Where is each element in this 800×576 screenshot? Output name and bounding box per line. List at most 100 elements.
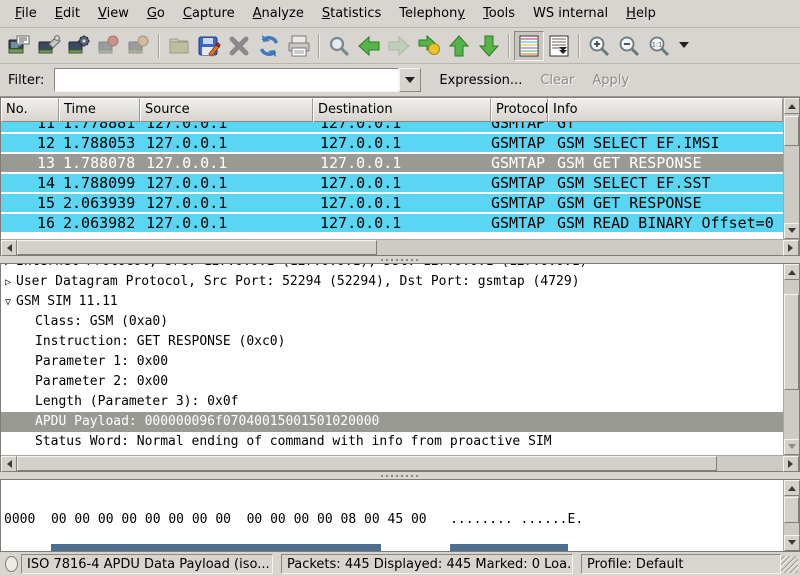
packet-source: 127.0.0.1 xyxy=(140,122,313,132)
column-header-info[interactable]: Info xyxy=(548,98,783,122)
filter-dropdown-button[interactable] xyxy=(399,68,421,92)
column-header-time[interactable]: Time xyxy=(59,98,140,122)
packet-row-clipped[interactable]: 111.778881127.0.0.1127.0.0.1GSMTAPGT xyxy=(1,122,783,133)
capture-restart-button[interactable] xyxy=(124,31,154,61)
scroll-thumb[interactable] xyxy=(784,497,799,523)
menu-statistics[interactable]: Statistics xyxy=(313,2,390,25)
capture-start-button[interactable] xyxy=(64,31,94,61)
open-file-button[interactable] xyxy=(164,31,194,61)
column-header-protocol[interactable]: Protocol xyxy=(491,98,548,122)
scroll-right-button[interactable] xyxy=(783,456,799,472)
capture-options-button[interactable] xyxy=(34,31,64,61)
menu-analyze[interactable]: Analyze xyxy=(244,2,313,25)
scroll-thumb[interactable] xyxy=(17,240,377,255)
scroll-thumb[interactable] xyxy=(784,116,799,146)
packet-row[interactable]: 162.063982127.0.0.1127.0.0.1GSMTAPGSM RE… xyxy=(1,213,783,233)
scroll-down-button[interactable] xyxy=(784,223,799,239)
menu-ws-internal[interactable]: WS internal xyxy=(524,2,617,25)
scroll-down-button[interactable] xyxy=(784,439,799,455)
filter-combo xyxy=(54,68,421,92)
go-back-button[interactable] xyxy=(354,31,384,61)
clear-button[interactable]: Clear xyxy=(540,73,574,88)
column-header-no[interactable]: No. xyxy=(1,98,59,122)
detail-row[interactable]: ▷User Datagram Protocol, Src Port: 52294… xyxy=(1,272,783,292)
filter-label[interactable]: Filter: xyxy=(8,73,44,88)
zoom-out-button[interactable] xyxy=(614,31,644,61)
detail-row[interactable]: Status Word: Normal ending of command wi… xyxy=(1,432,783,452)
reload-button[interactable] xyxy=(254,31,284,61)
zoom-in-button[interactable] xyxy=(584,31,614,61)
expression-button[interactable]: Expression... xyxy=(439,73,522,88)
packet-protocol: GSMTAP xyxy=(491,134,548,152)
detail-row[interactable]: Instruction: GET RESPONSE (0xc0) xyxy=(1,332,783,352)
scroll-left-button[interactable] xyxy=(1,456,17,472)
menu-telephony[interactable]: Telephony xyxy=(390,2,474,25)
column-header-source[interactable]: Source xyxy=(140,98,313,122)
scroll-down-button[interactable] xyxy=(784,535,800,551)
menu-help[interactable]: Help xyxy=(617,2,665,25)
packet-row[interactable]: 141.788099127.0.0.1127.0.0.1GSMTAPGSM SE… xyxy=(1,173,783,193)
scroll-left-button[interactable] xyxy=(1,240,17,256)
pane-splitter[interactable] xyxy=(0,472,800,479)
pane-splitter[interactable] xyxy=(0,256,800,263)
hex-line[interactable]: 000000 00 00 00 00 00 00 0000 00 00 00 0… xyxy=(4,512,783,528)
menu-file[interactable]: File xyxy=(6,2,46,25)
expert-info-icon[interactable] xyxy=(5,556,18,572)
menu-capture[interactable]: Capture xyxy=(174,2,244,25)
detail-row-clipped[interactable]: ▷Internet Protocol, Src: 127.0.0.1 (127.… xyxy=(1,264,783,272)
go-last-packet-button[interactable] xyxy=(474,31,504,61)
packet-row[interactable]: 121.788053127.0.0.1127.0.0.1GSMTAPGSM SE… xyxy=(1,133,783,153)
column-header-destination[interactable]: Destination xyxy=(313,98,491,122)
detail-text: Length (Parameter 3): 0x0f xyxy=(15,392,239,412)
filter-input[interactable] xyxy=(54,68,399,92)
packet-info: GSM GET RESPONSE xyxy=(548,194,783,212)
go-first-packet-button[interactable] xyxy=(444,31,474,61)
packet-time: 2.063982 xyxy=(59,214,140,232)
detail-text: Status Word: Normal ending of command wi… xyxy=(15,432,552,452)
detail-row[interactable]: Class: GSM (0xa0) xyxy=(1,312,783,332)
gear-icon xyxy=(67,34,91,58)
packet-row[interactable]: 152.063939127.0.0.1127.0.0.1GSMTAPGSM GE… xyxy=(1,193,783,213)
menu-view[interactable]: View xyxy=(89,2,138,25)
packet-no: 11 xyxy=(1,122,59,132)
print-button[interactable] xyxy=(284,31,314,61)
detail-text: Parameter 1: 0x00 xyxy=(15,352,168,372)
resize-grip[interactable] xyxy=(781,556,798,573)
list-interfaces-button[interactable] xyxy=(4,31,34,61)
detail-row-selected[interactable]: APDU Payload: 000000096f0704001500150102… xyxy=(1,412,783,432)
zoom-normal-button[interactable]: 1:1 xyxy=(644,31,674,61)
details-hscrollbar xyxy=(1,455,799,471)
expander-icon[interactable]: ▷ xyxy=(1,272,15,292)
menu-tools[interactable]: Tools xyxy=(474,2,524,25)
arrow-right-icon xyxy=(387,34,411,58)
scroll-thumb[interactable] xyxy=(784,294,799,390)
expander-icon[interactable]: ▷ xyxy=(1,264,15,272)
scroll-up-button[interactable] xyxy=(784,480,800,496)
apply-button[interactable]: Apply xyxy=(592,73,629,88)
colorize-button[interactable] xyxy=(514,31,544,61)
scroll-up-button[interactable] xyxy=(784,264,799,280)
find-packet-button[interactable] xyxy=(324,31,354,61)
menu-go[interactable]: Go xyxy=(138,2,174,25)
capture-stop-button[interactable] xyxy=(94,31,124,61)
scroll-thumb[interactable] xyxy=(17,456,717,471)
go-forward-button[interactable] xyxy=(384,31,414,61)
detail-row[interactable]: Parameter 2: 0x00 xyxy=(1,372,783,392)
detail-row[interactable]: Parameter 1: 0x00 xyxy=(1,352,783,372)
save-file-button[interactable] xyxy=(194,31,224,61)
menu-edit[interactable]: Edit xyxy=(46,2,89,25)
toolbar-overflow-button[interactable] xyxy=(674,31,694,61)
detail-text: User Datagram Protocol, Src Port: 52294 … xyxy=(15,272,580,292)
close-file-button[interactable] xyxy=(224,31,254,61)
scroll-right-button[interactable] xyxy=(783,240,799,256)
hex-ascii: ......E. xyxy=(521,512,584,527)
packet-row-selected[interactable]: 131.788078127.0.0.1127.0.0.1GSMTAPGSM GE… xyxy=(1,153,783,173)
scroll-up-button[interactable] xyxy=(784,98,799,114)
auto-scroll-button[interactable] xyxy=(544,31,574,61)
expander-icon[interactable]: ▽ xyxy=(1,292,15,312)
detail-row[interactable]: Length (Parameter 3): 0x0f xyxy=(1,392,783,412)
splitter-grip-icon xyxy=(381,475,419,477)
detail-row[interactable]: ▽GSM SIM 11.11 xyxy=(1,292,783,312)
go-to-packet-button[interactable] xyxy=(414,31,444,61)
toolbar-separator xyxy=(578,34,580,58)
